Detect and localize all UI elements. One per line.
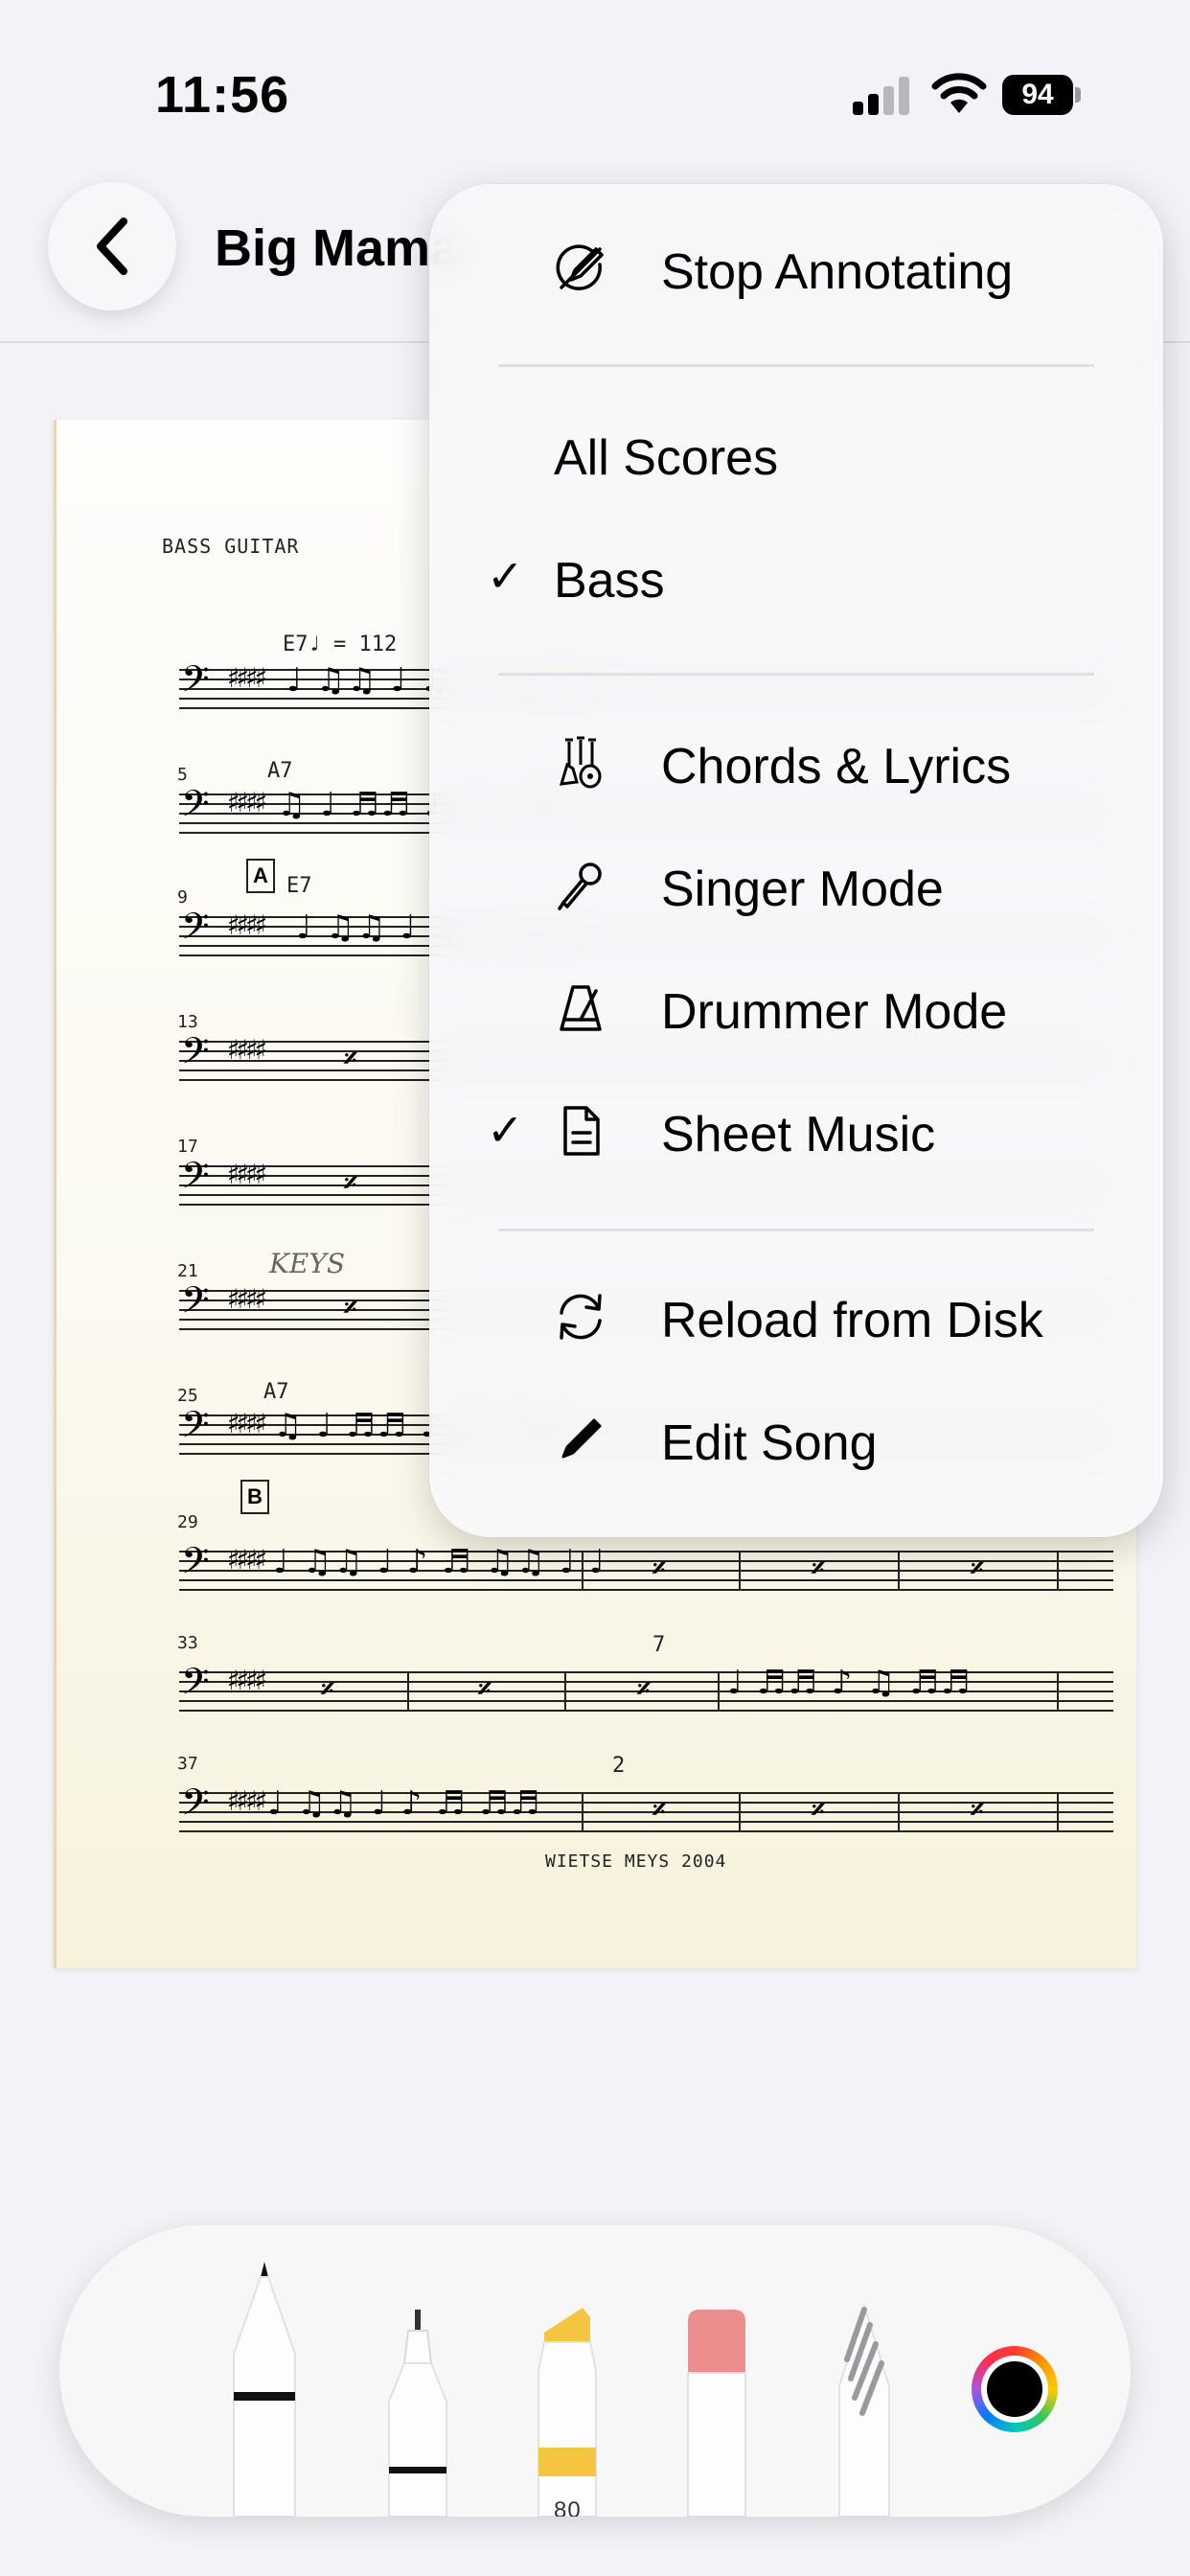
back-button[interactable]: [48, 182, 176, 310]
metronome-icon: [560, 985, 602, 1031]
pen-tool[interactable]: [226, 2258, 303, 2517]
color-picker-button[interactable]: [972, 2346, 1058, 2432]
document-icon: [563, 1106, 600, 1156]
staff-system: 37 2 𝄢 ♯♯♯♯ ♩ ♫♫ ♩ ♪ ♬ ♬♬ 𝄎 𝄎 𝄎: [57, 1754, 1136, 1850]
reload-icon: [560, 1294, 602, 1340]
staff-system: 33 7 𝄢 ♯♯♯♯ 𝄎 𝄎 𝄎 ♩ ♬♬ ♪ ♫ ♬♬: [57, 1633, 1136, 1729]
menu-item-bass[interactable]: ✓ Bass: [429, 523, 1163, 629]
wifi-icon: [931, 73, 987, 113]
highlighter-size: 80: [554, 2497, 582, 2517]
handwritten-annotation: KEYS: [269, 1248, 346, 1279]
bar-count: 2: [612, 1754, 626, 1778]
cellular-signal-icon: [853, 77, 912, 115]
chevron-left-icon: [97, 218, 127, 275]
menu-separator: [498, 364, 1094, 367]
checkmark-icon: ✓: [487, 1105, 524, 1155]
menu-item-stop-annotating[interactable]: Stop Annotating: [429, 215, 1163, 320]
menu-item-all-scores[interactable]: All Scores: [429, 401, 1163, 506]
bass-clef: 𝄢: [181, 657, 210, 709]
menu-item-sheet-music[interactable]: ✓ Sheet Music: [429, 1077, 1163, 1183]
microphone-icon: [558, 862, 602, 910]
song-title: Big Mama: [215, 219, 460, 277]
menu-separator: [498, 673, 1094, 676]
screen: 11:56 94 Big Mama BASS GUITAR E7♩ = 112 …: [0, 0, 1190, 2576]
guitars-icon: [559, 736, 602, 789]
checkmark-icon: ✓: [487, 551, 524, 601]
menu-item-singer-mode[interactable]: Singer Mode: [429, 832, 1163, 937]
menu-item-edit-song[interactable]: Edit Song: [429, 1386, 1163, 1491]
song-options-menu: Stop Annotating All Scores ✓ Bass Chords…: [429, 184, 1163, 1537]
menu-item-drummer-mode[interactable]: Drummer Mode: [429, 954, 1163, 1060]
fineliner-tool[interactable]: [379, 2306, 456, 2517]
battery-level: 94: [1002, 75, 1073, 115]
status-time: 11:56: [155, 66, 290, 124]
sheet-instrument-header: BASS GUITAR: [162, 535, 300, 558]
pencil-slash-icon: [556, 244, 604, 290]
rehearsal-mark: A: [246, 859, 275, 893]
eraser-tool[interactable]: [678, 2306, 755, 2517]
menu-item-chords-lyrics[interactable]: Chords & Lyrics: [429, 709, 1163, 815]
menu-separator: [498, 1229, 1094, 1231]
pencil-icon: [561, 1418, 602, 1459]
bar-count: 7: [652, 1633, 666, 1657]
menu-item-reload-from-disk[interactable]: Reload from Disk: [429, 1263, 1163, 1368]
lasso-tool[interactable]: [826, 2302, 903, 2517]
composer-credit: WIETSE MEYS 2004: [545, 1852, 727, 1872]
rehearsal-mark: B: [240, 1480, 269, 1514]
annotation-toolbar: 80: [59, 2225, 1131, 2517]
selected-color-swatch: [987, 2361, 1042, 2417]
highlighter-tool[interactable]: [529, 2304, 606, 2517]
battery-icon: 94: [1002, 75, 1081, 115]
tempo-marking: E7♩ = 112: [283, 632, 398, 656]
